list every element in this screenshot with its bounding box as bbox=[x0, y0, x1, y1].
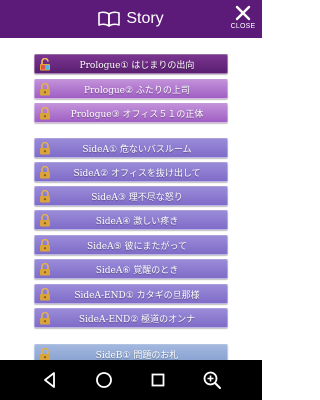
chapter-item[interactable]: SideA④ 激しい疼き bbox=[34, 210, 228, 230]
chapter-title: SideA① 危ないバスルーム bbox=[82, 144, 192, 155]
chapter-item[interactable]: Prologue② ふたりの上司 bbox=[34, 79, 228, 99]
close-label: CLOSE bbox=[230, 23, 256, 30]
chapter-title: SideA③ 理不尽な怒り bbox=[91, 192, 183, 203]
app-header: Story CLOSE bbox=[0, 0, 262, 38]
chapter-item[interactable]: SideA② オフィスを抜け出して bbox=[34, 162, 228, 182]
chapter-title: Prologue① はじまりの出向 bbox=[79, 60, 195, 71]
chapter-item[interactable]: SideA-END① カタギの旦那様 bbox=[34, 284, 228, 304]
zoom-in-icon[interactable] bbox=[202, 370, 222, 390]
chapter-item[interactable]: SideA⑤ 彼にまたがって bbox=[34, 235, 228, 255]
chapter-list[interactable]: Prologue① はじまりの出向 Prologue② ふたりの上司 Prolo… bbox=[0, 38, 262, 360]
home-circle-icon[interactable] bbox=[94, 370, 114, 390]
chapter-item[interactable]: SideB① 問題のお札 bbox=[34, 344, 228, 360]
recents-square-icon[interactable] bbox=[148, 370, 168, 390]
chapter-title: SideA-END② 極道のオンナ bbox=[78, 314, 196, 325]
chapter-title: Prologue③ オフィス５１の正体 bbox=[70, 109, 204, 120]
chapter-title: SideA④ 激しい疼き bbox=[95, 216, 179, 227]
chapter-title: SideA② オフィスを抜け出して bbox=[73, 168, 201, 179]
back-triangle-icon[interactable] bbox=[40, 370, 60, 390]
close-icon bbox=[235, 5, 251, 21]
chapter-title: SideB① 問題のお札 bbox=[95, 350, 179, 361]
page-title: Story bbox=[126, 10, 164, 27]
chapter-item[interactable]: SideA① 危ないバスルーム bbox=[34, 138, 228, 158]
chapter-title: SideA⑤ 彼にまたがって bbox=[86, 241, 188, 252]
system-navigation-bar bbox=[0, 360, 262, 400]
chapter-item[interactable]: Prologue① はじまりの出向 bbox=[34, 54, 228, 74]
header-title-group: Story bbox=[0, 0, 262, 38]
chapter-item[interactable]: SideA-END② 極道のオンナ bbox=[34, 308, 228, 328]
chapter-title: SideA⑥ 覚醒のとき bbox=[95, 265, 179, 276]
chapter-item[interactable]: Prologue③ オフィス５１の正体 bbox=[34, 103, 228, 123]
chapter-title: SideA-END① カタギの旦那様 bbox=[74, 290, 200, 301]
chapter-title: Prologue② ふたりの上司 bbox=[84, 85, 190, 96]
open-book-icon bbox=[98, 11, 121, 27]
chapter-item[interactable]: SideA③ 理不尽な怒り bbox=[34, 186, 228, 206]
close-button[interactable]: CLOSE bbox=[228, 3, 258, 35]
chapter-item[interactable]: SideA⑥ 覚醒のとき bbox=[34, 259, 228, 279]
